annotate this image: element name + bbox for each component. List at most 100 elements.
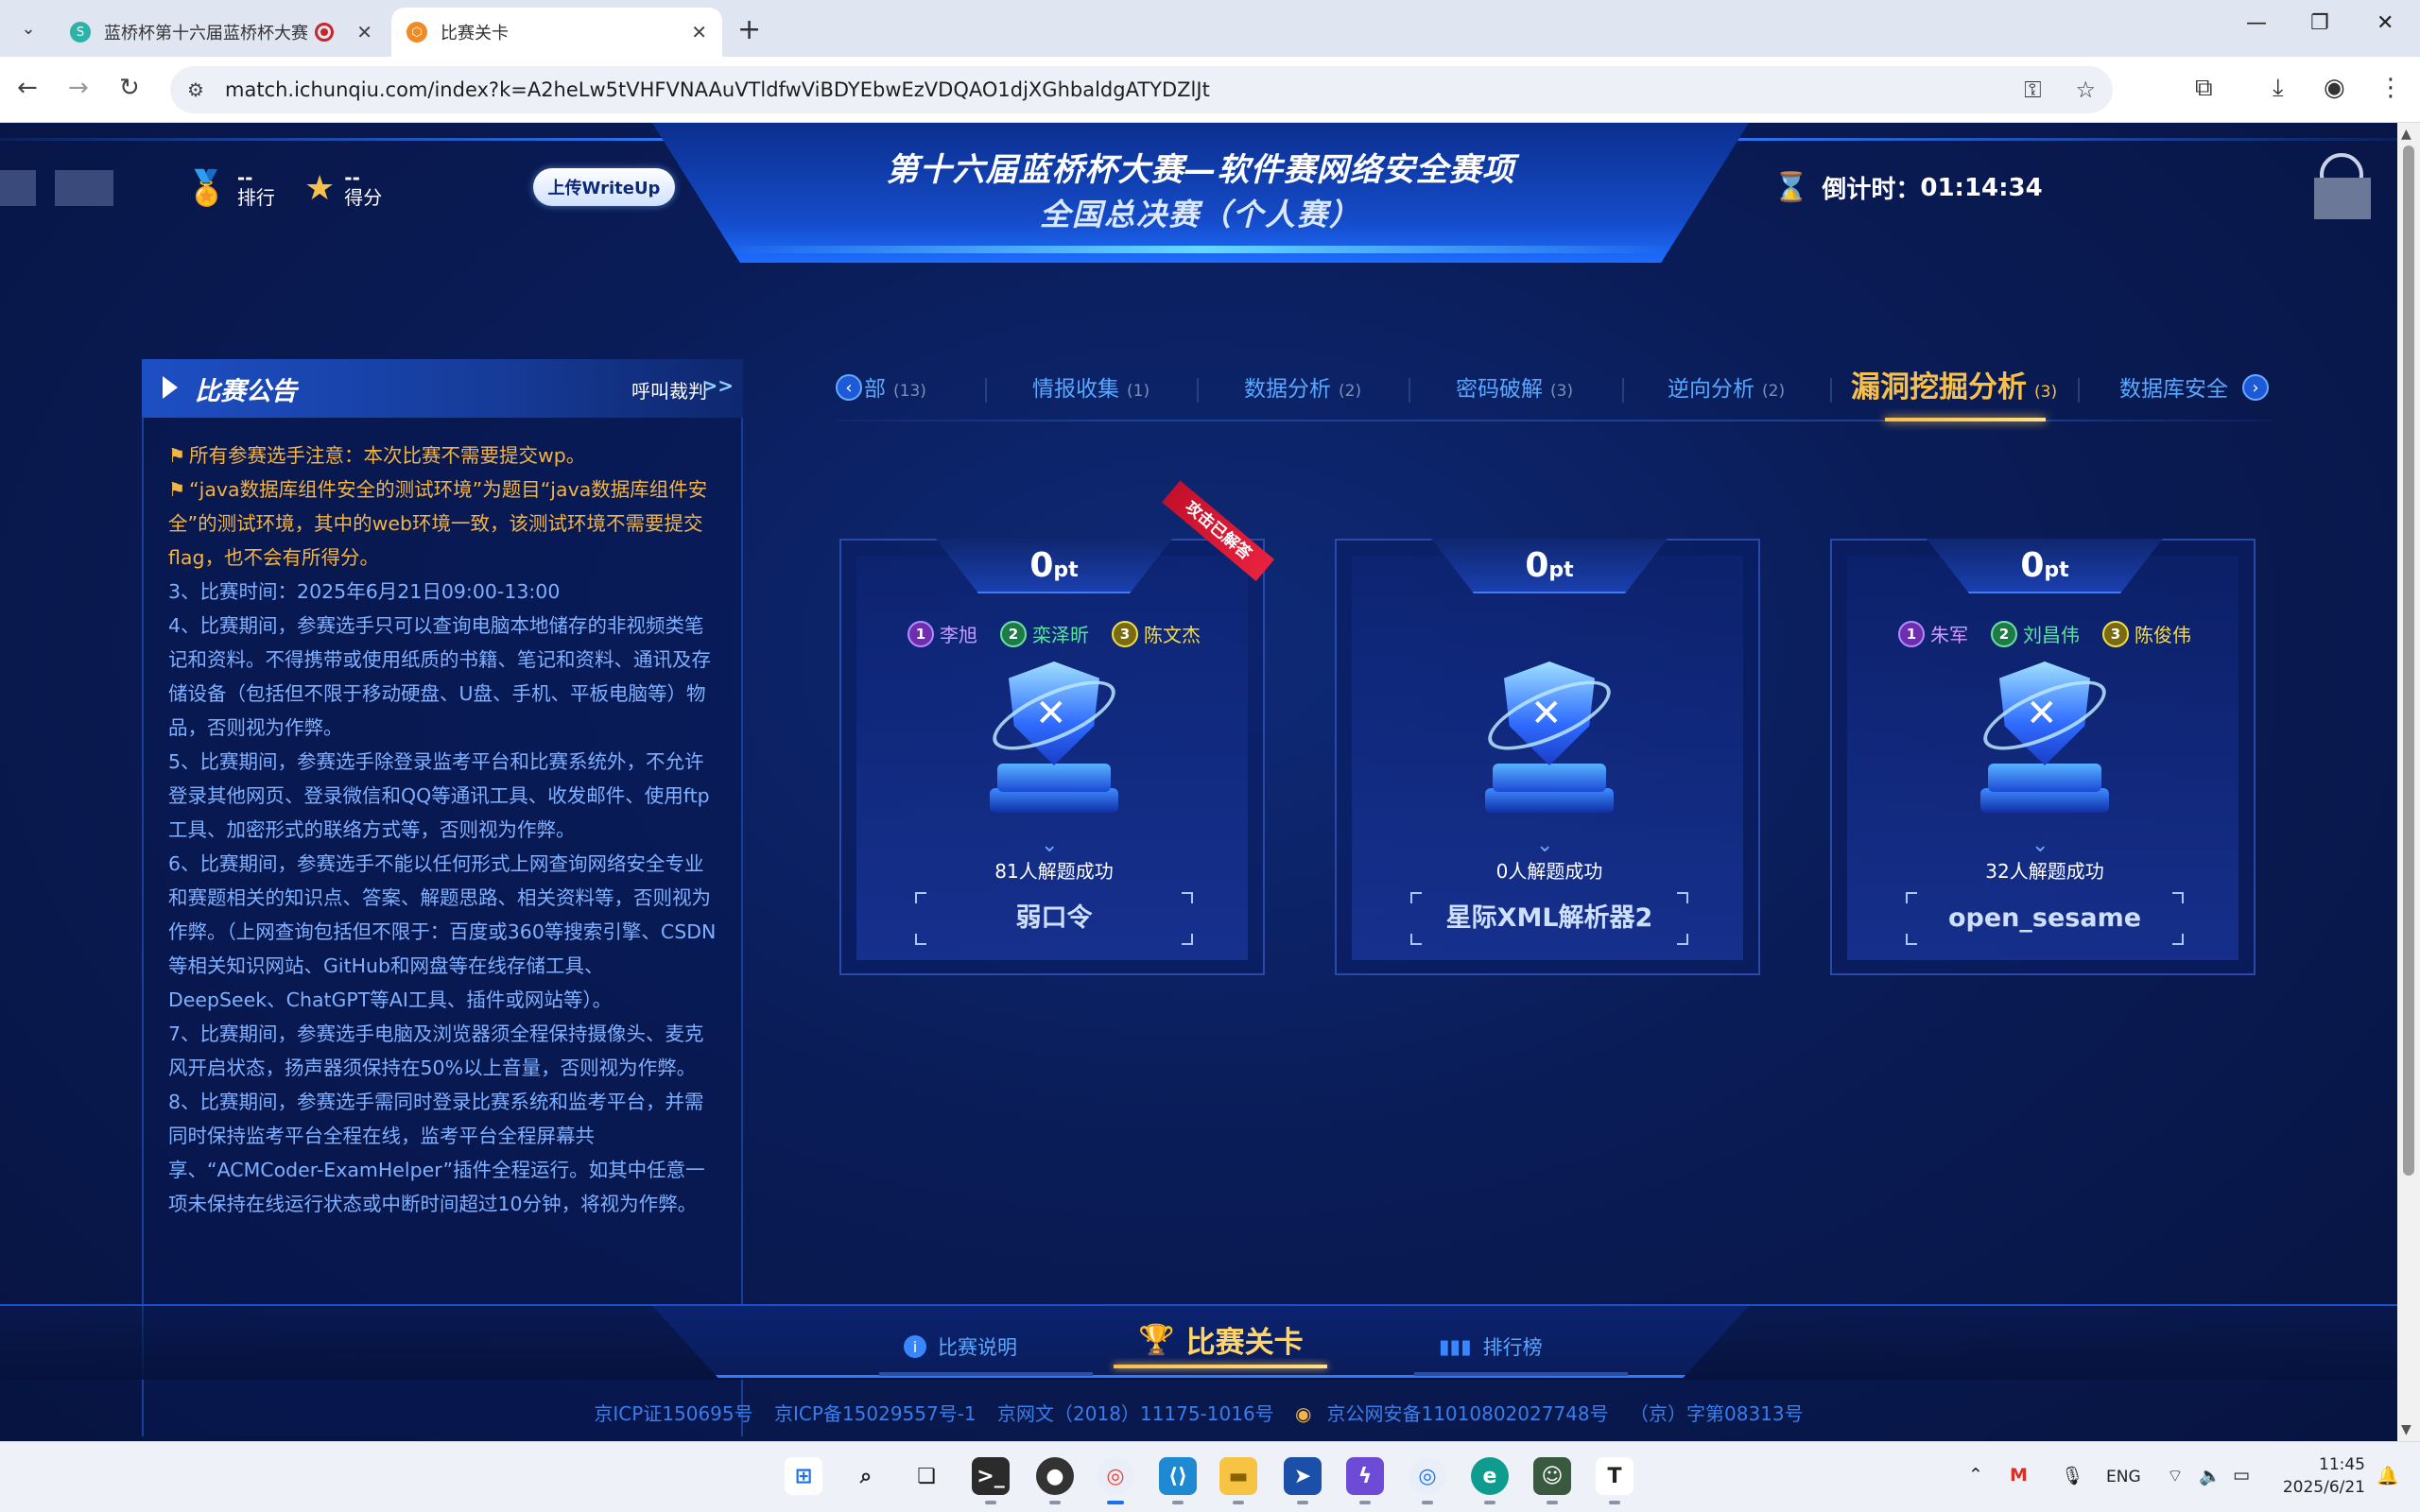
scroll-up-icon[interactable]: ▲ [2401, 127, 2411, 142]
bookmark-star-icon[interactable]: ☆ [2075, 77, 2096, 103]
close-tab-icon[interactable]: ✕ [691, 21, 707, 43]
tab-info-gathering[interactable]: 情报收集 (1) [1032, 370, 1150, 403]
challenge-card[interactable]: 0pt 攻击已解答 1 李旭 2 栾泽昕 3 陈文杰 ✕ ⌄ 81人解题成功 弱口令 [839, 480, 1274, 975]
tab-title: 蓝桥杯第十六届蓝桥杯大赛 [104, 24, 308, 43]
chevron-down-icon: ⌄ [2031, 833, 2049, 857]
forward-arrow-icon[interactable]: → [68, 74, 89, 102]
chrome-icon[interactable]: ◎ [1097, 1457, 1134, 1504]
nav-leaderboard[interactable]: ▮▮▮ 排行榜 [1414, 1325, 1628, 1376]
footer-icp2[interactable]: 京ICP备15029557号-1 [774, 1402, 977, 1425]
app-icon[interactable]: ● [1036, 1457, 1074, 1504]
rank-stat: 🏅 -- 排行 [185, 168, 275, 209]
tab-vuln-mining[interactable]: 漏洞挖掘分析 (3) [1851, 363, 2057, 405]
rank-badge-2: 2 [1991, 620, 2017, 647]
edge-icon[interactable]: e [1471, 1457, 1509, 1504]
notification-bell-icon[interactable]: 🔔 [2377, 1465, 2399, 1486]
browser-tab-lanqiao[interactable]: S 蓝桥杯第十六届蓝桥杯大赛 ✕ [55, 8, 388, 57]
microphone-icon[interactable]: 🎙 [2061, 1465, 2083, 1486]
tab-search-chevron-icon[interactable]: ⌄ [11, 11, 45, 45]
tab-reverse-analysis[interactable]: 逆向分析 (2) [1668, 370, 1785, 403]
notice-item: 4、比赛期间，参赛选手只可以查询电脑本地储存的非视频类笔记和资料。不得携带或使用… [168, 614, 711, 739]
gmail-icon[interactable]: M [2010, 1465, 2028, 1486]
vscode-icon[interactable]: ⟨⟩ [1159, 1457, 1197, 1504]
extensions-icon[interactable]: ⧉ [2195, 74, 2213, 103]
challenge-card[interactable]: 0pt ✕ ⌄ 0人解题成功 星际XML解析器2 [1335, 539, 1760, 975]
challenge-name-text: 弱口令 [1015, 903, 1093, 933]
language-indicator[interactable]: ENG [2106, 1468, 2141, 1486]
category-next-arrow-icon[interactable]: › [2242, 374, 2269, 401]
download-icon[interactable]: ⤓ [2273, 74, 2284, 103]
window-close-icon[interactable]: ✕ [2377, 11, 2394, 35]
url-text: match.ichunqiu.com/index?k=A2heLw5tVHFVN… [225, 78, 1210, 101]
nav-match-info[interactable]: i 比赛说明 [879, 1325, 1093, 1376]
search-icon[interactable]: ⌕ [847, 1457, 885, 1495]
close-tab-icon[interactable]: ✕ [356, 21, 372, 43]
solved-count: 0人解题成功 [1495, 860, 1603, 883]
notice-title: 比赛公告 [195, 377, 297, 406]
new-tab-plus-icon[interactable]: + [737, 13, 761, 46]
wifi-icon[interactable]: ⌔ [2167, 1465, 2184, 1487]
recording-icon [315, 23, 335, 42]
typora-icon[interactable]: T [1596, 1457, 1634, 1504]
task-view-icon[interactable]: ❏ [908, 1457, 945, 1495]
restore-icon[interactable]: ❐ [2310, 11, 2329, 35]
browser-tab-match[interactable]: ⬡ 比赛关卡 ✕ [391, 8, 722, 57]
challenge-points: 0pt [1832, 546, 2257, 585]
tab-password-cracking[interactable]: 密码破解 (3) [1456, 370, 1573, 403]
tab-database-security[interactable]: 数据库安全 [2119, 370, 2228, 403]
nav-underline [1414, 1372, 1628, 1376]
footer-icp1[interactable]: 京ICP证150695号 [594, 1402, 752, 1425]
page-scrollbar[interactable]: ▲ ▼ [2397, 123, 2420, 1441]
notice-body: ⚑ 所有参赛选手注意：本次比赛不需要提交wp。 ⚑ “java数据库组件安全的测试环… [142, 418, 743, 1436]
category-prev-arrow-icon[interactable]: ‹ [836, 374, 862, 401]
menu-dots-icon[interactable]: ⋮ [2378, 74, 2403, 102]
windows-start-icon[interactable]: ⊞ [785, 1457, 822, 1495]
scroll-down-icon[interactable]: ▼ [2401, 1422, 2411, 1437]
chevron-down-icon: ⌄ [1041, 833, 1059, 857]
address-bar[interactable]: ⚙ match.ichunqiu.com/index?k=A2heLw5tVHF… [170, 66, 2113, 113]
back-arrow-icon[interactable]: ← [17, 74, 38, 102]
tab-separator [1830, 378, 1832, 403]
footer-police[interactable]: 京公网安备11010802027748号 [1326, 1402, 1608, 1425]
hourglass-icon: ⌛ [1773, 171, 1809, 204]
shield-icon: ✕ [983, 662, 1125, 822]
folder-icon[interactable]: ▬ [1219, 1457, 1257, 1504]
footer-zi[interactable]: （京）字第08313号 [1630, 1402, 1804, 1425]
image-app-icon[interactable]: ☺ [1533, 1457, 1571, 1504]
solver-name: 刘昌伟 [2023, 624, 2080, 646]
feishu-icon[interactable]: ➤ [1284, 1457, 1322, 1504]
reload-icon[interactable]: ↻ [119, 74, 140, 102]
avatar-blurred [2314, 178, 2371, 219]
notice-item: 7、比赛期间，参赛选手电脑及浏览器须全程保持摄像头、麦克风开启状态，扬声器须保持… [168, 1022, 704, 1079]
password-key-icon[interactable]: ⚿ [2024, 77, 2041, 103]
battery-icon[interactable]: ▭ [2233, 1465, 2250, 1486]
avatar[interactable] [2314, 153, 2371, 219]
terminal-icon[interactable]: >_ [972, 1457, 1010, 1504]
tray-expand-icon[interactable]: ⌃ [1968, 1465, 1983, 1486]
notice-item: 5、比赛期间，参赛选手除登录监考平台和比赛系统外，不允许登录其他网页、登录微信和… [168, 750, 710, 841]
scroll-thumb[interactable] [2403, 146, 2414, 1176]
volume-icon[interactable]: 🔈 [2199, 1465, 2221, 1486]
flag-icon: ⚑ [168, 478, 186, 501]
footer-wenhua[interactable]: 京网文（2018）11175-1016号 [997, 1402, 1274, 1425]
nav-challenges[interactable]: 🏆 比赛关卡 [1114, 1317, 1327, 1368]
tab-label: 密码破解 [1456, 377, 1543, 402]
rank-badge-1: 1 [1898, 620, 1925, 647]
upload-writeup-button[interactable]: 上传WriteUp [533, 168, 675, 206]
minimize-icon[interactable]: — [2246, 11, 2267, 35]
profile-icon[interactable]: ◉ [2324, 74, 2345, 102]
system-clock[interactable]: 11:45 2025/6/21 [2276, 1453, 2365, 1499]
challenge-name-text: 星际XML解析器2 [1445, 903, 1653, 933]
call-referee-link[interactable]: 呼叫裁判 [631, 376, 707, 404]
bolt-app-icon[interactable]: ϟ [1346, 1457, 1384, 1504]
call-referee-arrow[interactable]: >> [701, 374, 734, 397]
site-info-icon[interactable]: ⚙ [187, 78, 212, 101]
challenge-name: 星际XML解析器2 [1410, 892, 1688, 945]
tab-data-analysis[interactable]: 数据分析 (2) [1244, 370, 1361, 403]
tab-separator [1409, 378, 1410, 403]
solver-2: 2 栾泽昕 [1000, 620, 1089, 647]
chrome-alt-icon[interactable]: ◎ [1409, 1457, 1446, 1504]
tab-all[interactable]: 部 (13) [864, 370, 926, 403]
challenge-card[interactable]: 0pt 1 朱军 2 刘昌伟 3 陈俊伟 ✕ ⌄ 32人解题成功 open_sesam… [1830, 539, 2256, 975]
tab-separator [985, 378, 987, 403]
